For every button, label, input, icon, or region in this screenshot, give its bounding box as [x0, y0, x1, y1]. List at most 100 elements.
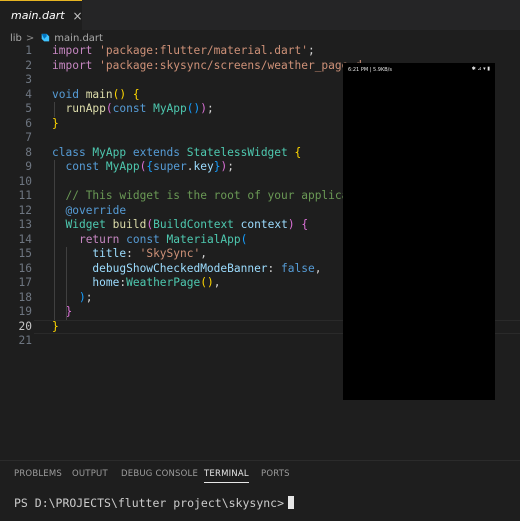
code-token: ) [78, 290, 86, 304]
emulator-status-icons: ✱ ⊿ ▾ ▮ [471, 66, 490, 72]
line-number: 10 [18, 174, 32, 188]
indent-guide [54, 102, 55, 117]
code-token: 'package:flutter/material.dart' [99, 44, 308, 57]
code-token: MyApp [92, 145, 127, 159]
code-token: MyApp [153, 102, 187, 115]
line-number: 9 [25, 160, 32, 173]
code-token: WeatherPage [126, 276, 201, 289]
code-text: ); [52, 290, 93, 306]
code-token: super [153, 160, 187, 173]
code-token: 'SkySync' [139, 247, 201, 260]
code-token: const [112, 102, 154, 115]
breadcrumb-file[interactable]: main.dart [54, 33, 103, 44]
code-token: 'package:skysync/screens/weather_page.d [99, 58, 362, 72]
code-token: : [267, 261, 282, 275]
code-token: build [112, 218, 147, 231]
panel-tab-ports[interactable]: PORTS [261, 469, 290, 479]
line-number: 19 [18, 305, 32, 318]
line-number: 2 [25, 58, 32, 72]
line-number: 3 [25, 73, 32, 86]
code-token: () [200, 276, 214, 289]
code-token: home [92, 276, 120, 289]
line-number: 11 [18, 189, 32, 202]
code-token: // This widget is the root of your appli… [65, 189, 362, 202]
line-number: 7 [25, 131, 32, 144]
code-text: } [52, 320, 59, 335]
code-text: import 'package:skysync/screens/weather_… [52, 59, 362, 74]
line-number: 16 [18, 261, 32, 275]
emulator-status-time: 6:21 PM | 5.9KB/s [348, 67, 392, 73]
code-text: } [52, 305, 72, 320]
breadcrumb-separator: > [25, 32, 35, 44]
code-text: } [52, 117, 59, 132]
indent-guide [66, 247, 67, 320]
code-token: debugShowCheckedModeBanner [92, 261, 268, 275]
dart-file-icon [41, 33, 50, 42]
code-token: title [92, 247, 127, 260]
code-token: , [200, 247, 207, 260]
code-token: return [78, 232, 127, 246]
line-number: 17 [18, 276, 32, 289]
line-number: 1 [25, 44, 32, 57]
line-number: 14 [18, 232, 32, 246]
code-token: () [186, 102, 201, 115]
terminal-cursor [288, 496, 295, 509]
code-token: context [240, 218, 288, 231]
code-line[interactable]: 1 import 'package:flutter/material.dart'; [0, 44, 520, 59]
line-number: 13 [18, 218, 32, 231]
code-token: , [314, 261, 322, 275]
code-token: ; [227, 160, 234, 173]
code-token: class [52, 145, 93, 159]
code-text: Widget build(BuildContext context) { [52, 218, 308, 233]
code-token: @override [65, 203, 127, 217]
terminal-output[interactable]: PS D:\PROJECTS\flutter project\skysync> [14, 496, 295, 510]
code-text: title: 'SkySync', [52, 247, 207, 262]
code-text: // This widget is the root of your appli… [52, 189, 362, 204]
code-token: key [193, 160, 214, 173]
code-token: { [294, 145, 302, 159]
code-token: import [52, 44, 100, 57]
panel-tab-output[interactable]: OUTPUT [72, 469, 108, 479]
code-text: home:WeatherPage(), [52, 276, 220, 291]
line-number: 20 [18, 319, 32, 333]
code-token: ; [307, 44, 315, 57]
indent-guide [54, 160, 55, 320]
line-number: 6 [25, 116, 32, 130]
code-token: : [126, 247, 140, 260]
code-token: Widget [65, 218, 106, 231]
code-text: runApp(const MyApp()); [52, 102, 213, 117]
code-text: void main() { [52, 88, 140, 103]
code-token: ( [240, 232, 248, 246]
code-token: () [112, 87, 127, 101]
code-token: const [126, 232, 167, 246]
code-token: BuildContext [153, 218, 234, 231]
panel-tabs: PROBLEMS OUTPUT DEBUG CONSOLE TERMINAL PORTS [0, 467, 520, 483]
breadcrumb-folder[interactable]: lib [10, 33, 22, 44]
line-number: 21 [18, 334, 32, 347]
code-text: const MyApp({super.key}); [52, 160, 234, 175]
panel-tab-debug-console[interactable]: DEBUG CONSOLE [121, 469, 198, 479]
code-text: debugShowCheckedModeBanner: false, [52, 262, 321, 277]
code-token: } [52, 116, 59, 130]
editor-tab-bar: main.dart × [0, 0, 520, 30]
code-token: const [65, 160, 106, 173]
emulator-window[interactable]: 6:21 PM | 5.9KB/s ✱ ⊿ ▾ ▮ [343, 63, 495, 400]
panel-tab-problems[interactable]: PROBLEMS [14, 469, 62, 479]
close-icon[interactable]: × [73, 9, 83, 23]
code-text: @override [52, 204, 126, 219]
panel-tab-terminal[interactable]: TERMINAL [204, 469, 249, 483]
tab-main-dart[interactable]: main.dart × [0, 0, 83, 30]
code-text: import 'package:flutter/material.dart'; [52, 44, 315, 59]
code-token: , [213, 276, 221, 289]
line-number: 18 [18, 290, 32, 304]
bottom-panel: PROBLEMS OUTPUT DEBUG CONSOLE TERMINAL PORTS… [0, 460, 520, 521]
code-token: } [52, 319, 59, 333]
code-token: void [52, 87, 86, 101]
